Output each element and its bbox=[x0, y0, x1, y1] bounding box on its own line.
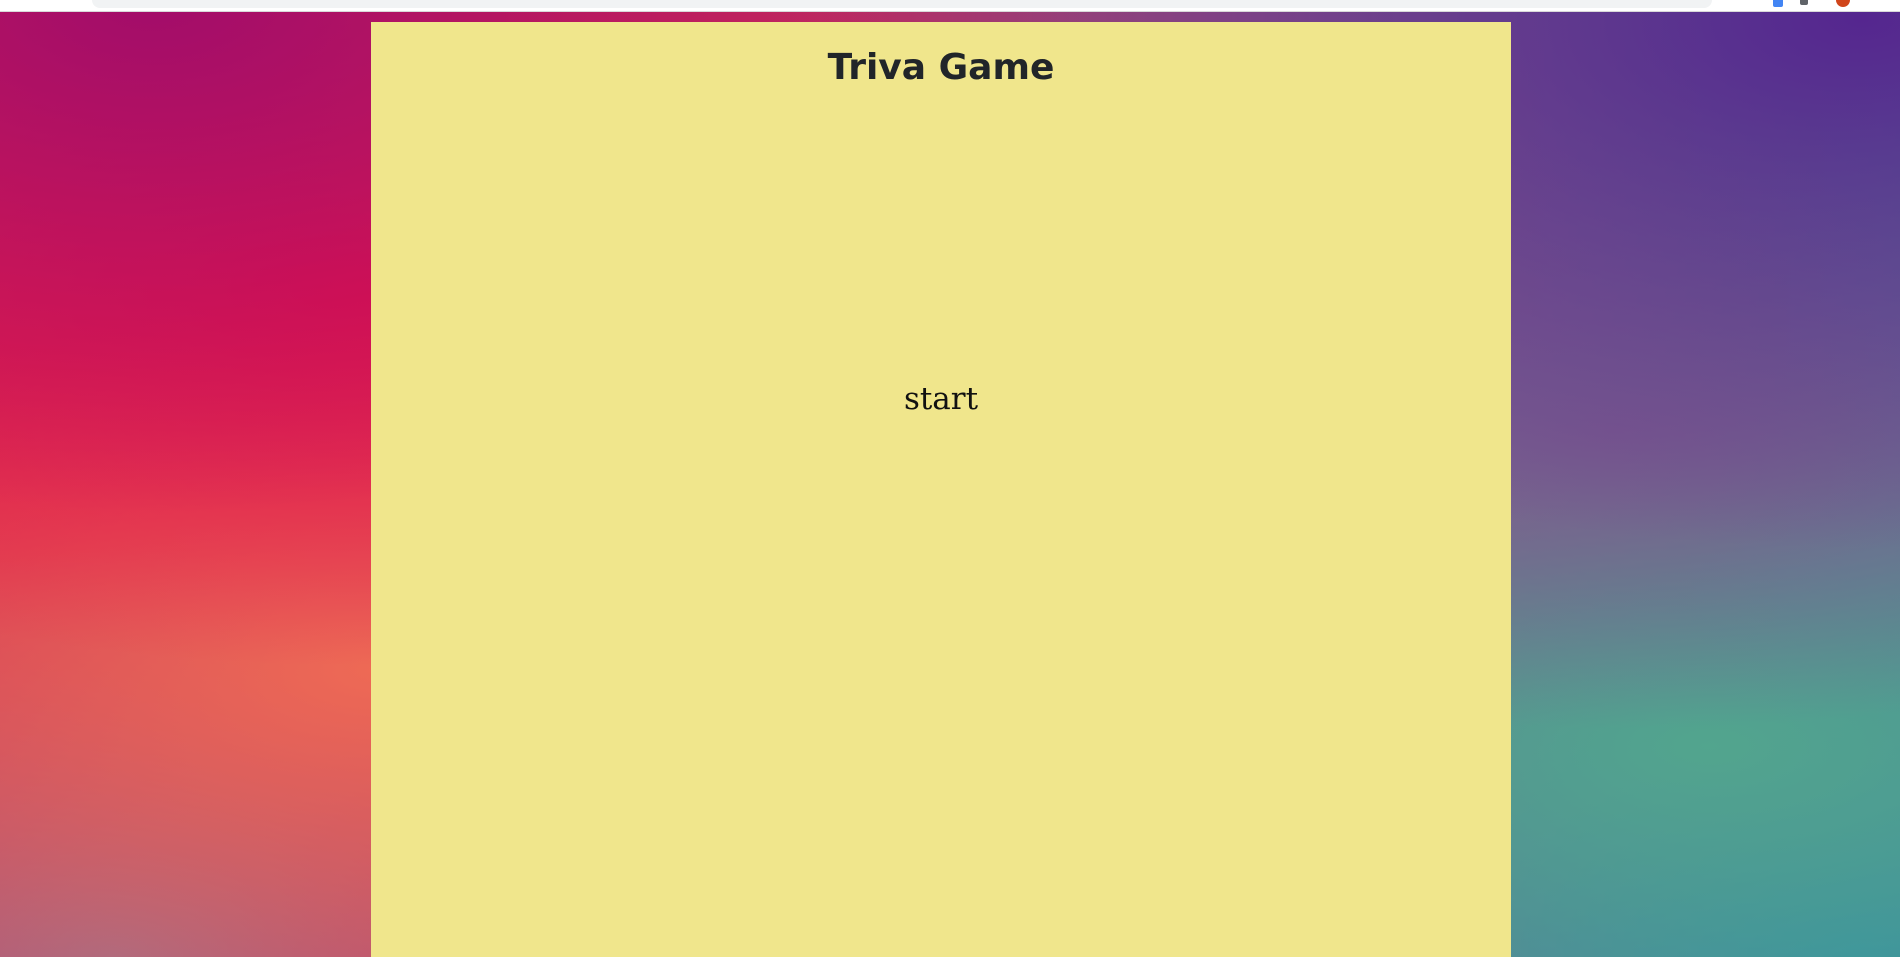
extension-icon[interactable] bbox=[1800, 0, 1808, 5]
game-panel: Triva Game start bbox=[371, 22, 1511, 957]
browser-toolbar-strip bbox=[0, 0, 1900, 12]
address-bar[interactable] bbox=[92, 0, 1712, 8]
extension-icon[interactable] bbox=[1773, 0, 1783, 7]
page-title: Triva Game bbox=[827, 47, 1055, 88]
start-button[interactable]: start bbox=[898, 377, 984, 421]
profile-icon[interactable] bbox=[1836, 0, 1850, 7]
